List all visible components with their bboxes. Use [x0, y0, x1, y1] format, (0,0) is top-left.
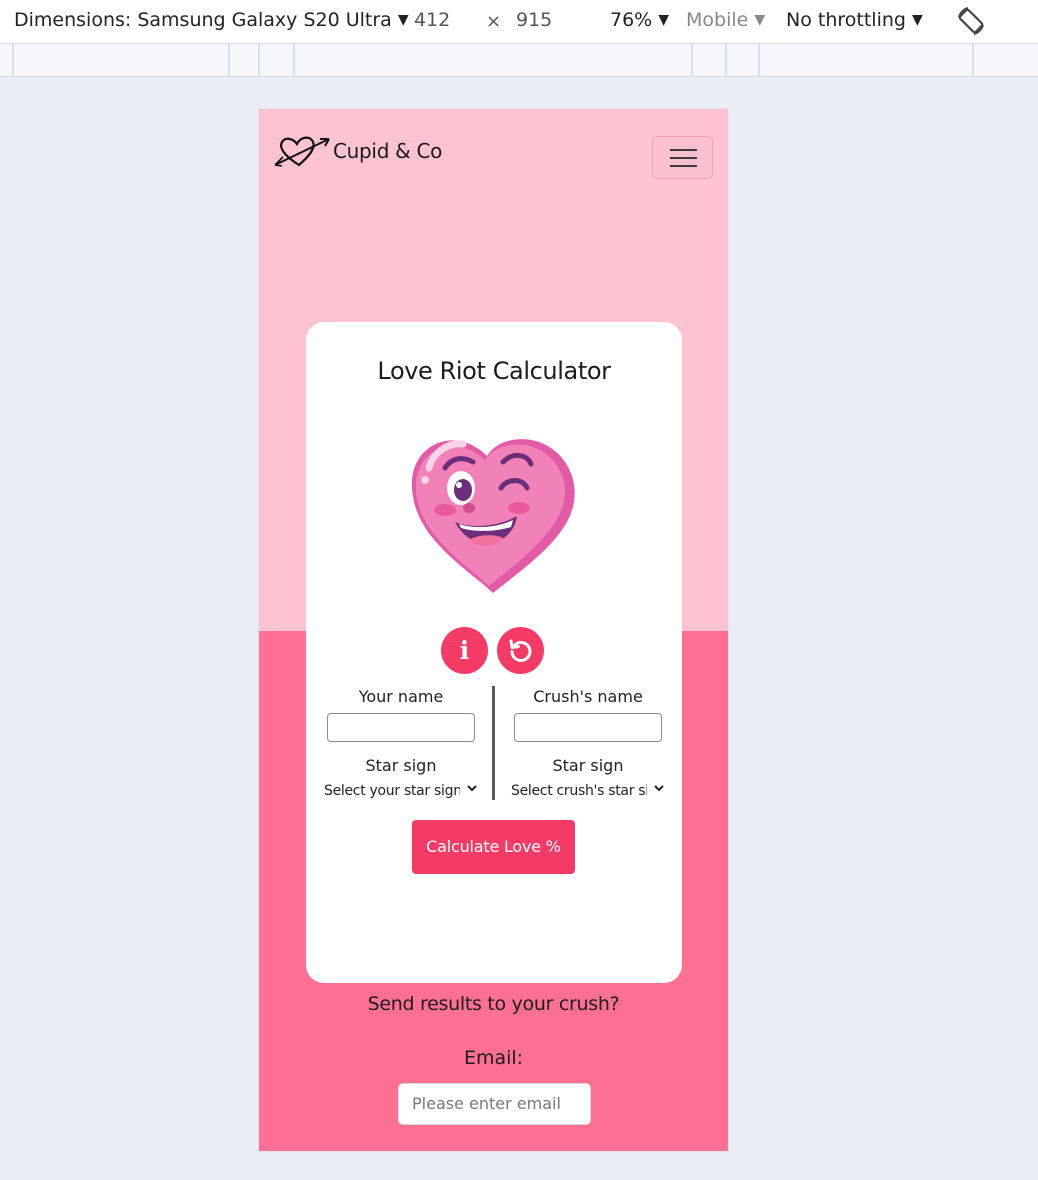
send-results-prompt: Send results to your crush? — [367, 993, 620, 1015]
your-star-sign-value: Select your star sign — [324, 783, 460, 799]
dropdown-caret-icon: ▼ — [658, 12, 670, 28]
dimension-separator: × — [486, 11, 502, 32]
viewport-width-input[interactable]: 412 — [414, 9, 450, 31]
hamburger-menu-button[interactable] — [652, 136, 713, 179]
email-label: Email: — [463, 1047, 524, 1069]
calculate-love-button[interactable]: Calculate Love % — [412, 820, 575, 874]
viewport-height-input[interactable]: 915 — [516, 9, 552, 31]
ruler-mark — [972, 44, 974, 76]
zoom-dropdown[interactable]: 76% ▼ — [610, 9, 669, 31]
winking-heart-icon — [411, 439, 575, 593]
your-name-input[interactable] — [327, 713, 475, 742]
ruler-mark — [725, 44, 727, 76]
device-type-dropdown[interactable]: Mobile ▼ — [686, 9, 765, 31]
your-name-label: Your name — [358, 687, 444, 706]
crush-details-column: Crush's name Star sign Select crush's st… — [503, 686, 673, 802]
navbar: Cupid & Co — [259, 109, 728, 199]
crush-star-sign-select[interactable]: Select crush's star sign — [511, 780, 665, 802]
ruler-mark — [293, 44, 295, 76]
your-star-sign-select[interactable]: Select your star sign — [324, 780, 478, 802]
heart-arrow-logo-icon — [274, 136, 330, 167]
ruler-mark — [258, 44, 260, 76]
ruler-mark — [228, 44, 230, 76]
crush-star-sign-value: Select crush's star sign — [511, 783, 647, 799]
dropdown-caret-icon: ▼ — [754, 12, 766, 28]
ruler-mark — [12, 44, 14, 76]
calculator-title: Love Riot Calculator — [377, 357, 611, 385]
hamburger-icon-bar — [670, 157, 697, 159]
reset-icon — [509, 639, 532, 662]
column-divider — [492, 686, 495, 800]
dropdown-caret-icon: ▼ — [911, 12, 923, 28]
reset-button[interactable] — [497, 627, 544, 674]
rotate-icon[interactable] — [954, 4, 988, 38]
your-details-column: Your name Star sign Select your star sig… — [316, 686, 486, 802]
ruler-mark — [758, 44, 760, 76]
crush-name-input[interactable] — [514, 713, 662, 742]
chevron-down-icon — [466, 780, 478, 802]
device-viewport: Cupid & Co Love Riot Calculator i Your n… — [259, 109, 728, 1151]
media-query-ruler — [0, 44, 1038, 77]
your-star-sign-label: Star sign — [365, 756, 437, 775]
device-dimensions-dropdown[interactable]: Dimensions: Samsung Galaxy S20 Ultra ▼ — [14, 9, 409, 31]
crush-name-label: Crush's name — [533, 687, 643, 706]
device-type-value: Mobile — [686, 9, 749, 31]
hamburger-icon-bar — [670, 149, 697, 151]
throttling-dropdown[interactable]: No throttling ▼ — [786, 9, 923, 31]
ruler-mark — [691, 44, 693, 76]
devtools-device-toolbar: Dimensions: Samsung Galaxy S20 Ultra ▼ 41… — [0, 0, 1038, 44]
brand-name: Cupid & Co — [333, 139, 443, 163]
brand-link[interactable]: Cupid & Co — [273, 131, 442, 171]
throttling-value: No throttling — [786, 9, 906, 31]
crush-star-sign-label: Star sign — [552, 756, 624, 775]
dropdown-caret-icon: ▼ — [397, 12, 409, 28]
calculator-card: Love Riot Calculator i Your name Star si… — [306, 322, 682, 983]
zoom-value: 76% — [610, 9, 653, 31]
hamburger-icon-bar — [670, 165, 697, 167]
info-button[interactable]: i — [441, 627, 488, 674]
chevron-down-icon — [653, 780, 665, 802]
email-input[interactable]: Please enter email — [398, 1083, 591, 1125]
device-dimensions-label: Dimensions: Samsung Galaxy S20 Ultra — [14, 9, 392, 31]
info-icon: i — [459, 636, 470, 665]
